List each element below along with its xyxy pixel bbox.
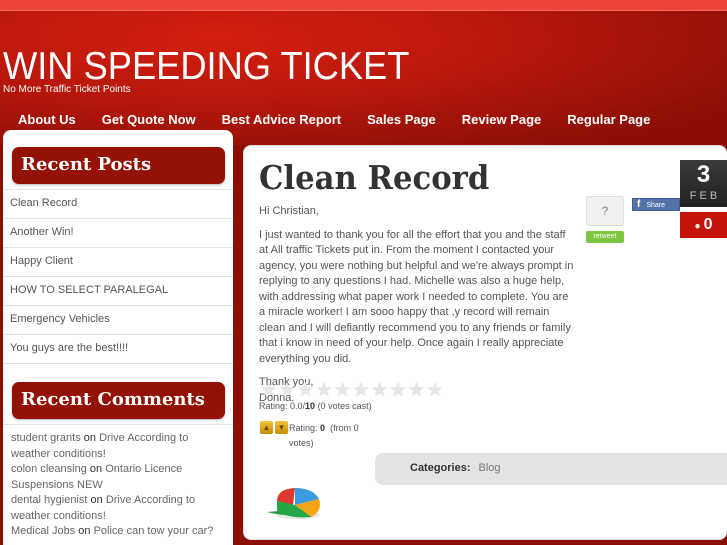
star-rating-text: Rating: 0.0/10 (0 votes cast) xyxy=(259,401,372,411)
comment-author-link[interactable]: dental hygienist xyxy=(11,494,87,506)
rating-star-icon[interactable]: ★ xyxy=(279,381,298,400)
recent-post-link[interactable]: Happy Client xyxy=(3,248,233,277)
post-date-badge: 3 FEB xyxy=(680,160,727,207)
facebook-share-button[interactable]: f Share xyxy=(632,198,680,211)
star-rating: ★ ★ ★ ★ ★ ★ ★ ★ ★ ★ xyxy=(260,381,446,400)
site-tagline: No More Traffic Ticket Points xyxy=(3,84,131,95)
facebook-icon: f xyxy=(637,199,641,210)
rating-star-icon[interactable]: ★ xyxy=(316,381,335,400)
sidebar: Recent Posts Clean Record Another Win! H… xyxy=(3,130,233,545)
rating-star-icon[interactable]: ★ xyxy=(427,381,446,400)
nav-best-advice-report[interactable]: Best Advice Report xyxy=(209,111,354,131)
rating-star-icon[interactable]: ★ xyxy=(297,381,316,400)
recent-comment: Medical Jobs on Police can tow your car? xyxy=(11,524,226,540)
comment-bubble-icon: ● xyxy=(694,221,701,232)
thumbs-up-icon[interactable]: ▲ xyxy=(260,421,273,434)
recent-post-link[interactable]: HOW TO SELECT PARALEGAL xyxy=(3,277,233,306)
recent-post-link[interactable]: You guys are the best!!!! xyxy=(3,335,233,364)
categories-bar: Categories: Blog xyxy=(375,453,727,485)
rating-star-icon[interactable]: ★ xyxy=(371,381,390,400)
retweet-button[interactable]: retweet xyxy=(586,231,624,243)
nav-review-page[interactable]: Review Page xyxy=(449,111,555,131)
nav-sales-page[interactable]: Sales Page xyxy=(354,111,449,131)
recent-comments-list: student grants on Drive According to wea… xyxy=(3,424,233,540)
main-nav: About Us Get Quote Now Best Advice Repor… xyxy=(0,111,663,131)
thumb-rating-buttons: ▲ ▼ xyxy=(260,421,288,434)
recent-posts-title: Recent Posts xyxy=(12,147,225,184)
comment-on-label: on xyxy=(90,494,103,506)
post-date-month: FEB xyxy=(689,190,721,202)
comment-count: 0 xyxy=(703,216,713,233)
recent-post-link[interactable]: Clean Record xyxy=(3,190,233,219)
rating-star-icon[interactable]: ★ xyxy=(260,381,279,400)
recent-post-link[interactable]: Emergency Vehicles xyxy=(3,306,233,335)
rating-star-icon[interactable]: ★ xyxy=(353,381,372,400)
recent-comment: student grants on Drive According to wea… xyxy=(11,431,226,462)
rating-star-icon[interactable]: ★ xyxy=(408,381,427,400)
comment-author-link[interactable]: colon cleansing xyxy=(11,463,87,475)
recent-post-link[interactable]: Another Win! xyxy=(3,219,233,248)
tweet-count-box[interactable]: ? xyxy=(586,196,624,226)
recent-comments-title: Recent Comments xyxy=(12,382,225,419)
comment-author-link[interactable]: Medical Jobs xyxy=(11,525,75,537)
facebook-share-label: Share xyxy=(646,202,666,209)
recent-comment: colon cleansing on Ontario Licence Suspe… xyxy=(11,462,226,493)
category-link[interactable]: Blog xyxy=(479,462,501,474)
site-header: WIN SPEEDING TICKET No More Traffic Tick… xyxy=(0,11,727,145)
post-title[interactable]: Clean Record xyxy=(259,158,489,197)
post-paragraph: I just wanted to thank you for all the e… xyxy=(259,228,574,365)
google-buzz-icon[interactable] xyxy=(265,481,327,521)
recent-comment: dental hygienist on Drive According to w… xyxy=(11,493,226,524)
comment-count-badge[interactable]: ● 0 xyxy=(680,212,727,238)
comment-on-label: on xyxy=(83,432,97,444)
post-container: Clean Record Hi Christian, I just wanted… xyxy=(243,145,727,540)
recent-posts-list: Clean Record Another Win! Happy Client H… xyxy=(3,189,233,364)
rating-star-icon[interactable]: ★ xyxy=(390,381,409,400)
comment-post-link[interactable]: Police can tow your car? xyxy=(94,525,214,537)
comment-on-label: on xyxy=(78,525,91,537)
post-date-day: 3 xyxy=(696,161,711,188)
nav-about-us[interactable]: About Us xyxy=(0,111,89,131)
thumbs-down-icon[interactable]: ▼ xyxy=(275,421,288,434)
nav-get-quote-now[interactable]: Get Quote Now xyxy=(89,111,209,131)
thumb-rating-text: Rating: 0 (from 0 votes) xyxy=(289,423,359,448)
comment-on-label: on xyxy=(89,463,103,475)
categories-label: Categories: xyxy=(410,462,471,474)
nav-regular-page[interactable]: Regular Page xyxy=(554,111,663,131)
comment-author-link[interactable]: student grants xyxy=(11,432,81,444)
top-band xyxy=(0,0,727,11)
rating-star-icon[interactable]: ★ xyxy=(334,381,353,400)
site-title[interactable]: WIN SPEEDING TICKET xyxy=(3,45,409,89)
